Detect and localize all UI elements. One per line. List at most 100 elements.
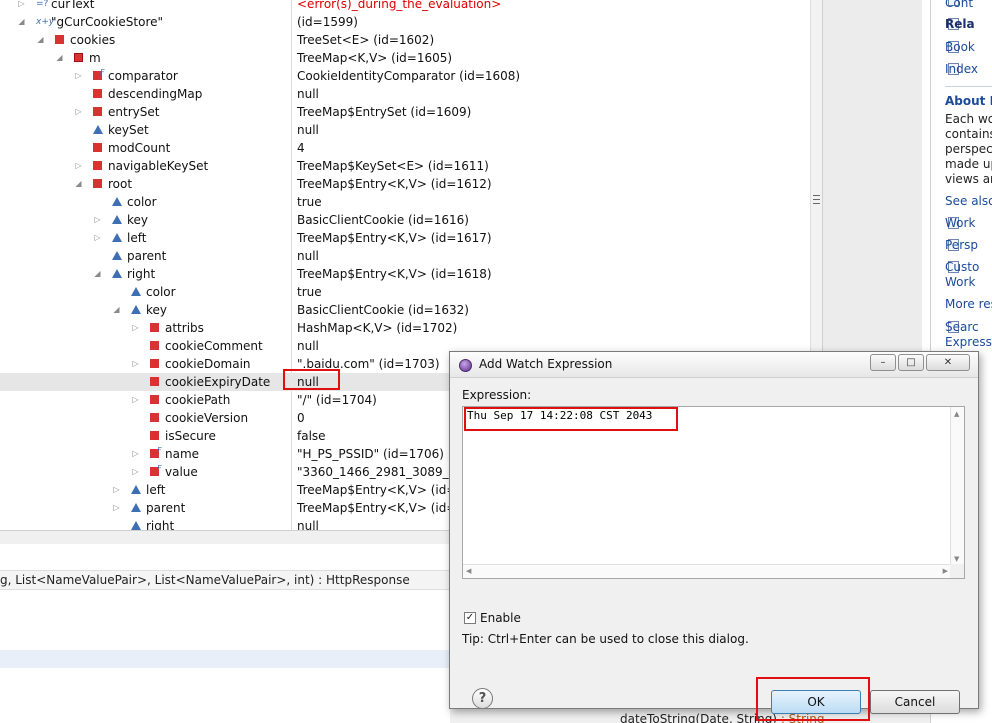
help-related-heading[interactable]: Rela	[945, 17, 975, 31]
variable-name: comparator	[108, 69, 178, 83]
variable-row[interactable]: ◢ m TreeMap<K,V> (id=1605)	[0, 49, 812, 67]
enable-checkbox[interactable]: ✓	[464, 612, 476, 624]
expand-icon[interactable]: ▷	[131, 445, 140, 463]
help-link-customizing[interactable]: Custo	[945, 260, 979, 274]
variable-row[interactable]: ▷ navigableKeySet TreeMap$KeySet<E> (id=16…	[0, 157, 812, 175]
variable-name: right	[127, 267, 156, 281]
variable-name: root	[108, 177, 133, 191]
dialog-title: Add Watch Expression	[479, 357, 613, 371]
variable-name: key	[127, 213, 149, 227]
variable-row[interactable]: keySet null	[0, 121, 812, 139]
expand-icon[interactable]: ▷	[93, 211, 102, 229]
variable-value: null	[297, 339, 319, 353]
variable-row[interactable]: descendingMap null	[0, 85, 812, 103]
expand-icon[interactable]: ▷	[93, 229, 102, 247]
help-more-results[interactable]: More res	[945, 297, 992, 311]
protected-field-icon	[131, 521, 141, 530]
add-watch-expression-dialog: Add Watch Expression – □ ✕ Expression: T…	[449, 351, 979, 721]
variable-row[interactable]: ◢ key BasicClientCookie (id=1632)	[0, 301, 812, 319]
collapse-icon[interactable]: ◢	[36, 31, 45, 49]
protected-field-icon	[112, 215, 122, 224]
variable-row[interactable]: ▷ key BasicClientCookie (id=1616)	[0, 211, 812, 229]
expression-icon: x+y	[36, 17, 55, 27]
variable-row[interactable]: ▷ entrySet TreeMap$EntrySet (id=1609)	[0, 103, 812, 121]
variable-name: keySet	[108, 123, 149, 137]
variable-row[interactable]: ◢ x+y "gCurCookieStore" (id=1599)	[0, 13, 812, 31]
private-field-icon	[93, 161, 102, 170]
collapse-icon[interactable]: ◢	[93, 265, 102, 283]
expression-vscrollbar[interactable]: ▲ ▼	[950, 407, 964, 565]
scroll-down-icon[interactable]: ▼	[954, 555, 959, 563]
dialog-titlebar[interactable]: Add Watch Expression – □ ✕	[450, 352, 978, 378]
variable-row[interactable]: ▷ =? curText <error(s)_during_the_evaluatio…	[0, 0, 812, 13]
help-link-workbench[interactable]: Work	[945, 216, 975, 230]
variable-name: navigableKeySet	[108, 159, 209, 173]
expand-icon[interactable]: ▷	[131, 391, 140, 409]
expand-icon[interactable]: ▷	[131, 355, 140, 373]
variable-value: true	[297, 195, 322, 209]
protected-field-icon	[131, 305, 141, 314]
expiry-value-highlight	[283, 369, 340, 390]
private-field-icon	[150, 341, 159, 350]
expression-hscrollbar[interactable]: ◀ ▶	[463, 564, 951, 578]
variable-name: entrySet	[108, 105, 160, 119]
variable-row[interactable]: parent null	[0, 247, 812, 265]
expand-icon[interactable]: ▷	[74, 67, 83, 85]
help-link-index[interactable]: Index	[945, 62, 978, 76]
expand-icon[interactable]: ▷	[17, 0, 26, 13]
variable-row[interactable]: ◢ cookies TreeSet<E> (id=1602)	[0, 31, 812, 49]
splitter-grip-icon[interactable]	[813, 195, 820, 204]
variable-row[interactable]: color true	[0, 283, 812, 301]
help-link-customizing-2[interactable]: Work	[945, 275, 975, 289]
scroll-up-icon[interactable]: ▲	[954, 410, 959, 418]
protected-field-icon	[131, 485, 141, 494]
minimize-button[interactable]: –	[870, 354, 896, 371]
scroll-left-icon[interactable]: ◀	[466, 567, 471, 575]
help-link-search[interactable]: Searc	[945, 320, 979, 334]
expression-label: Expression:	[462, 388, 532, 402]
expand-icon[interactable]: ▷	[131, 319, 140, 337]
expand-icon[interactable]: ▷	[74, 103, 83, 121]
help-link-bookmarks[interactable]: Book	[945, 40, 975, 54]
enable-label[interactable]: Enable	[480, 611, 521, 625]
variable-row[interactable]: ◢ root TreeMap$Entry<K,V> (id=1612)	[0, 175, 812, 193]
help-button[interactable]: ?	[472, 688, 493, 709]
variable-value: TreeMap$Entry<K,V> (id=1612)	[297, 177, 492, 191]
help-link-perspectives[interactable]: Persp	[945, 238, 978, 252]
variable-name: cookiePath	[165, 393, 231, 407]
close-button[interactable]: ✕	[926, 354, 970, 371]
final-field-icon: F	[150, 446, 162, 458]
collapse-icon[interactable]: ◢	[74, 175, 83, 193]
protected-field-icon	[93, 125, 103, 134]
private-field-icon	[93, 89, 102, 98]
help-see-also: See also:	[945, 194, 992, 208]
variable-row[interactable]: ▷ Fcomparator CookieIdentityComparator (id…	[0, 67, 812, 85]
expand-icon[interactable]: ▷	[112, 499, 121, 517]
variable-row[interactable]: ▷ attribs HashMap<K,V> (id=1702)	[0, 319, 812, 337]
view-separator	[0, 530, 450, 544]
variable-row[interactable]: ▷ left TreeMap$Entry<K,V> (id=1617)	[0, 229, 812, 247]
ok-highlight	[756, 677, 870, 721]
variable-value: "/" (id=1704)	[297, 393, 377, 407]
help-link-expressions[interactable]: Expressio	[945, 335, 992, 349]
expand-icon[interactable]: ▷	[74, 157, 83, 175]
variable-name: left	[146, 483, 166, 497]
collapse-icon[interactable]: ◢	[17, 13, 26, 31]
expand-icon[interactable]: ▷	[112, 481, 121, 499]
variable-name: cookies	[70, 33, 116, 47]
expand-icon[interactable]: ▷	[131, 463, 140, 481]
method-signature-bar: g, List<NameValuePair>, List<NameValuePa…	[0, 570, 450, 590]
cancel-button[interactable]: Cancel	[870, 690, 960, 714]
variable-name: color	[146, 285, 176, 299]
scroll-right-icon[interactable]: ▶	[943, 567, 948, 575]
collapse-icon[interactable]: ◢	[55, 49, 64, 67]
maximize-button[interactable]: □	[898, 354, 924, 371]
help-link-contents[interactable]: Cont	[945, 0, 973, 10]
variable-row[interactable]: modCount 4	[0, 139, 812, 157]
variable-name: parent	[146, 501, 186, 515]
expression-input[interactable]: Thu Sep 17 14:22:08 CST 2043 ▲ ▼ ◀ ▶	[462, 406, 965, 579]
variable-row[interactable]: ◢ right TreeMap$Entry<K,V> (id=1618)	[0, 265, 812, 283]
variable-row[interactable]: color true	[0, 193, 812, 211]
help-text-line: made up	[945, 157, 992, 171]
collapse-icon[interactable]: ◢	[112, 301, 121, 319]
